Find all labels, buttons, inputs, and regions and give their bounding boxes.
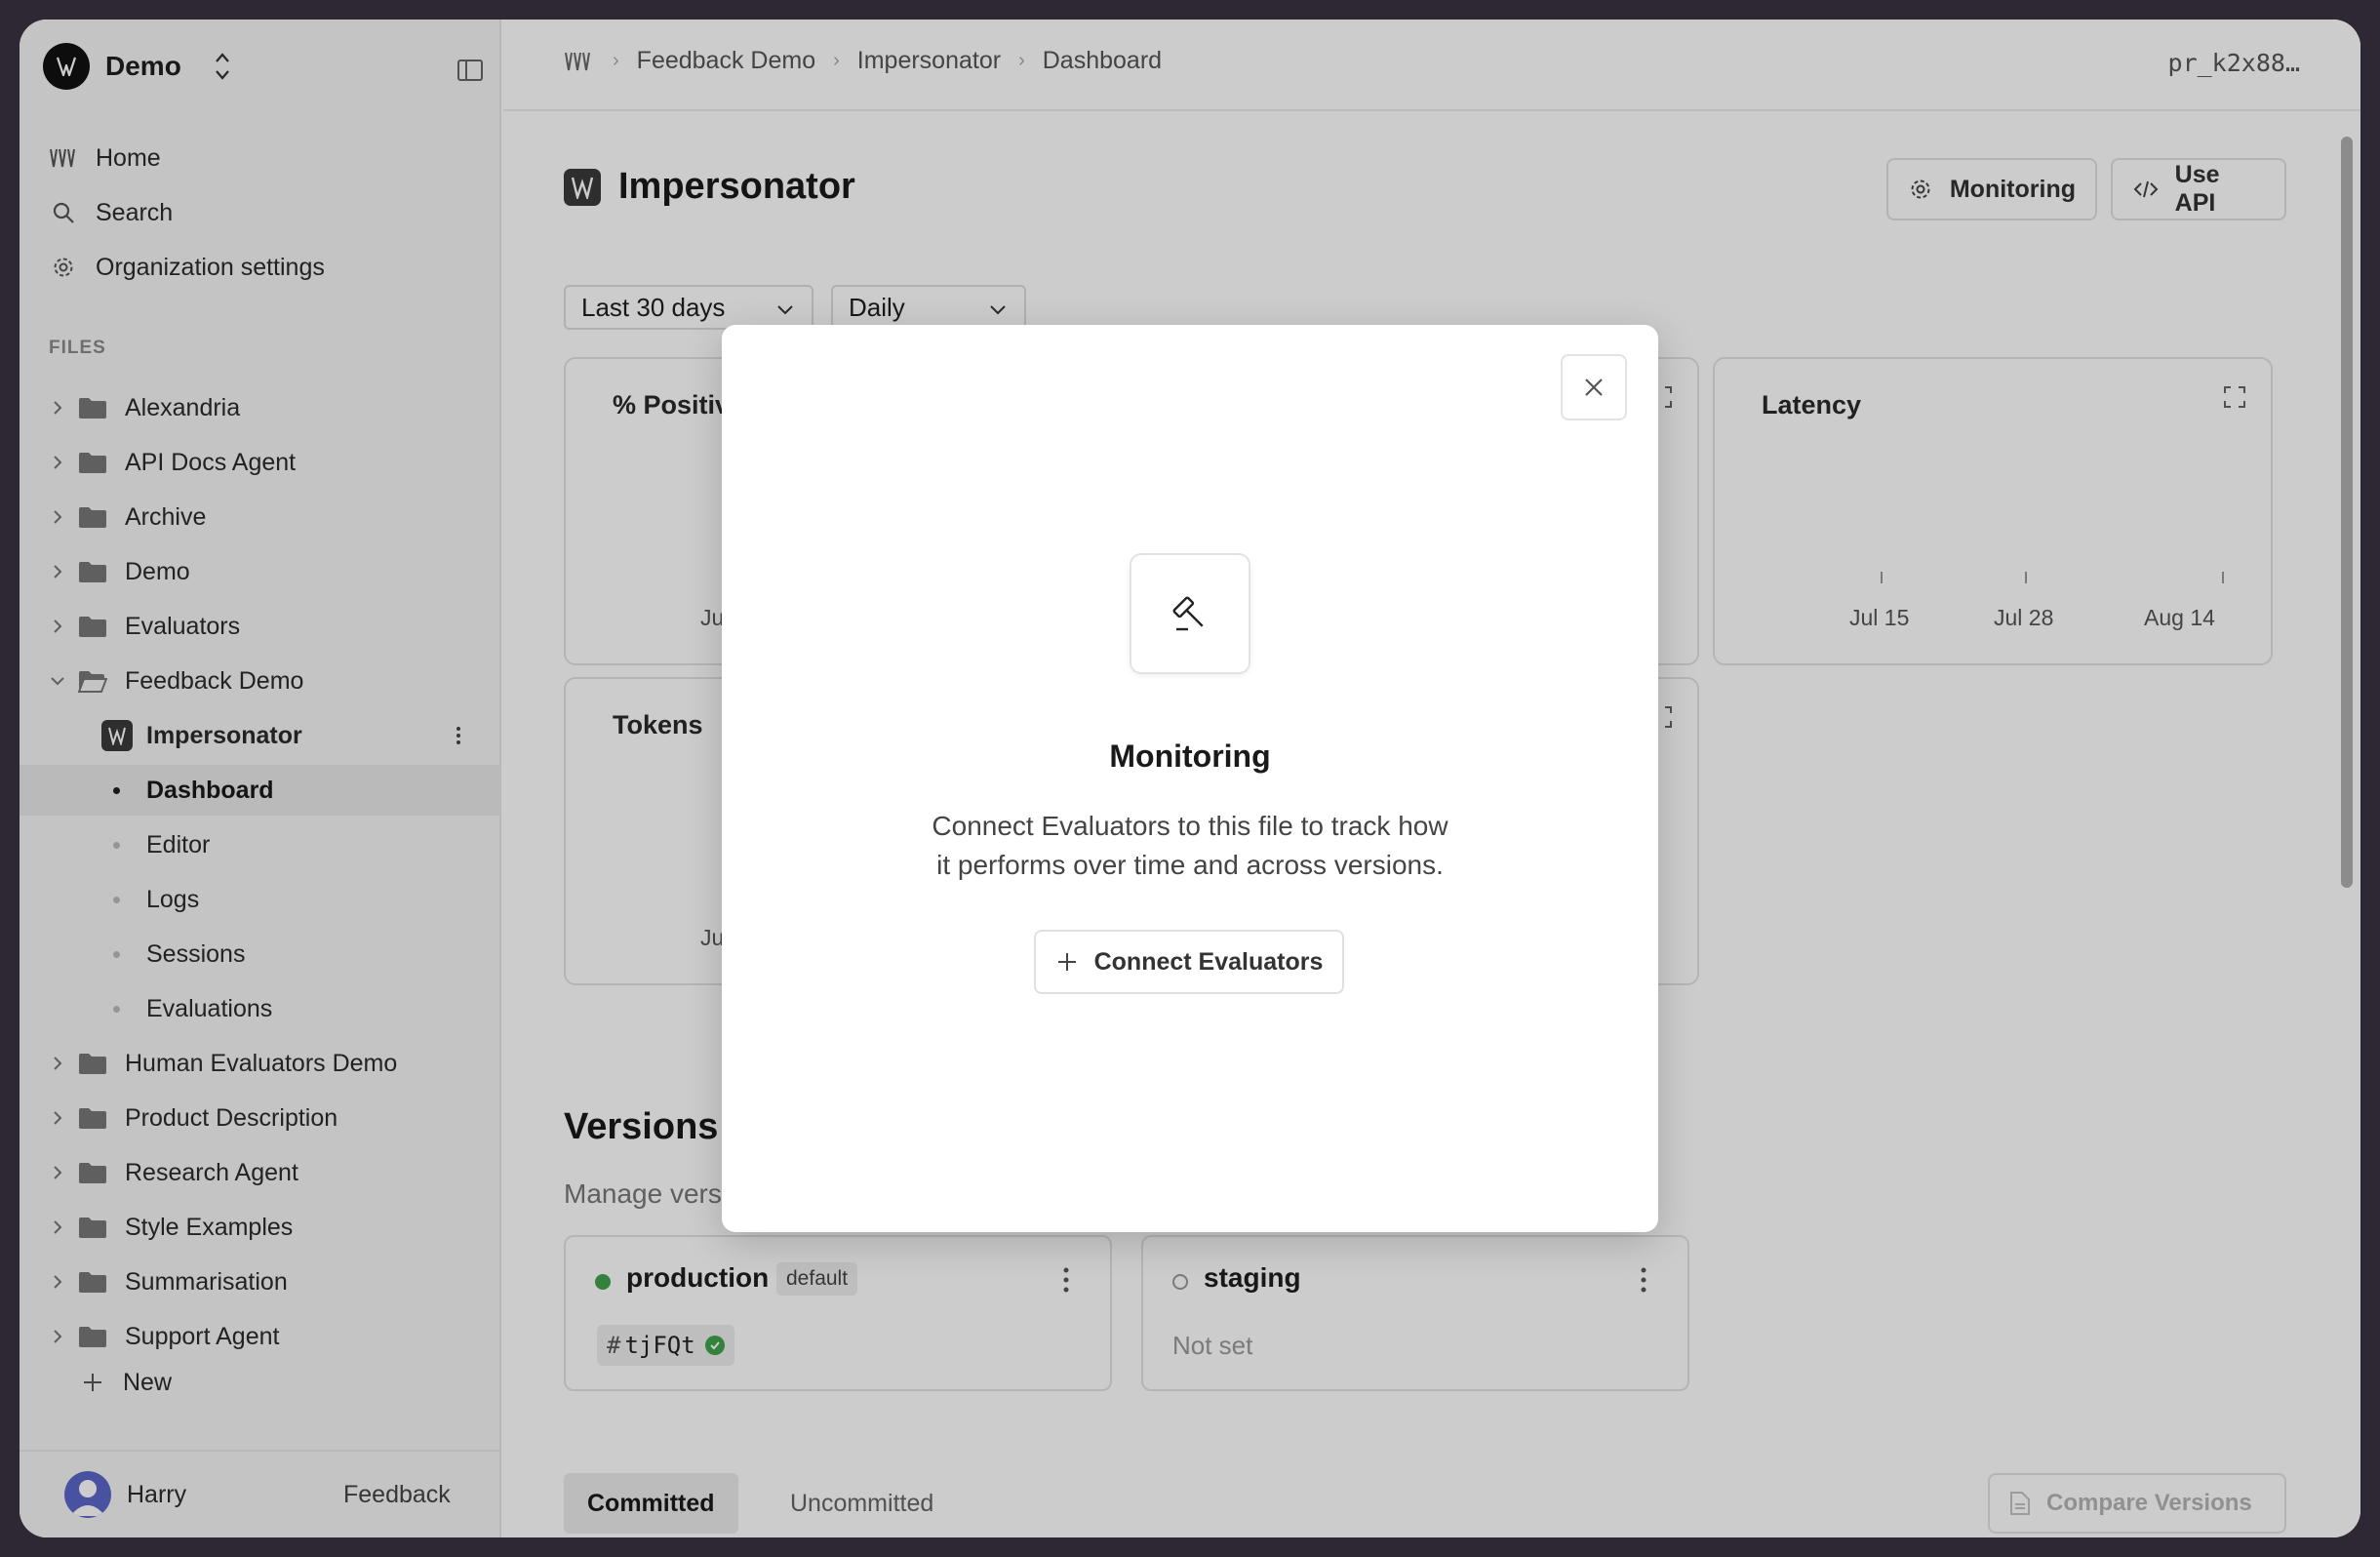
plus-icon: [1055, 950, 1079, 974]
gavel-icon: [1130, 553, 1250, 674]
monitoring-modal: Monitoring Connect Evaluators to this fi…: [722, 325, 1658, 1232]
modal-title: Monitoring: [1109, 739, 1271, 774]
modal-description-line: Connect Evaluators to this file to track…: [932, 811, 1448, 841]
connect-evaluators-label: Connect Evaluators: [1093, 947, 1324, 976]
close-icon[interactable]: [1561, 354, 1627, 420]
connect-evaluators-button[interactable]: Connect Evaluators: [1034, 930, 1344, 994]
modal-description-line: it performs over time and across version…: [936, 850, 1444, 880]
modal-description: Connect Evaluators to this file to track…: [897, 807, 1483, 885]
